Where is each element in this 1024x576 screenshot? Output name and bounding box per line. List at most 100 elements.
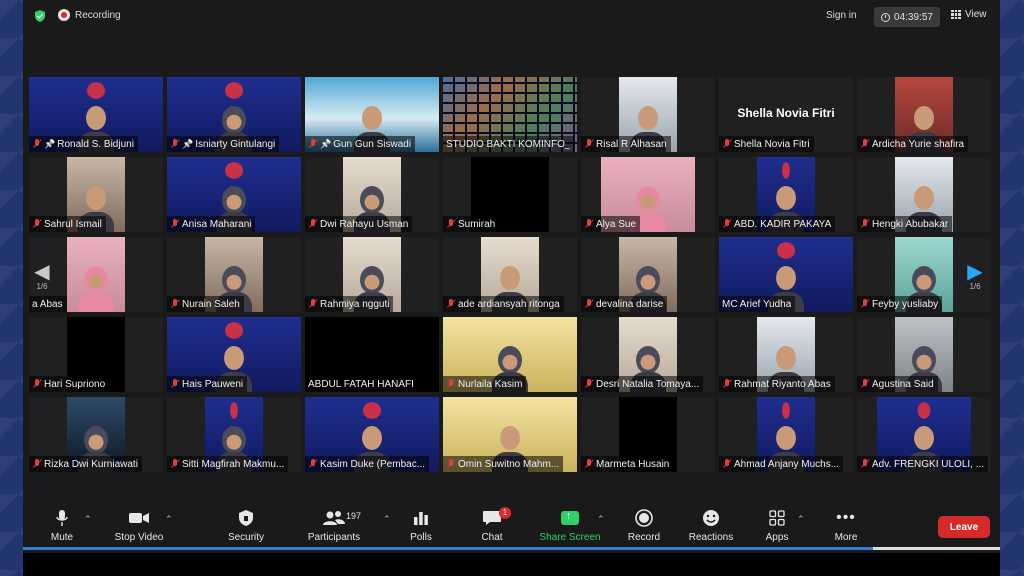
participant-tile[interactable]: Ahmad Anjany Muchs... — [719, 397, 853, 472]
stop-video-button[interactable]: Stop Video — [104, 508, 174, 543]
top-bar: Recording Sign in 04:39:57 View — [23, 0, 1000, 34]
participant-name-bar: Hengki Abubakar — [857, 216, 953, 232]
participant-tile[interactable]: Sumirah — [443, 157, 577, 232]
recording-indicator[interactable]: Recording — [58, 9, 121, 21]
participant-tile[interactable]: Marmeta Husain — [581, 397, 715, 472]
muted-microphone-icon — [584, 299, 594, 309]
apps-label: Apps — [765, 532, 789, 543]
participant-tile[interactable]: devalina darise — [581, 237, 715, 312]
audio-options-caret[interactable]: ⌃ — [84, 514, 92, 525]
participant-tile[interactable]: Desri Natalia Tomaya... — [581, 317, 715, 392]
encryption-shield-icon[interactable] — [33, 9, 47, 23]
meeting-timer[interactable]: 04:39:57 — [874, 7, 940, 27]
muted-microphone-icon — [32, 459, 42, 469]
reactions-label: Reactions — [688, 532, 734, 543]
previous-page-button[interactable]: ◀ 1/6 — [32, 262, 52, 291]
security-button[interactable]: Security — [211, 508, 281, 543]
muted-microphone-icon — [722, 459, 732, 469]
participant-tile[interactable]: Rahmiya ngguti — [305, 237, 439, 312]
participant-name-bar: Omin Suwitno Mahm... — [443, 456, 564, 472]
participant-tile[interactable]: Agustina Said — [857, 317, 991, 392]
participant-name: Hengki Abubakar — [872, 218, 949, 230]
record-button[interactable]: Record — [609, 508, 679, 543]
participant-tile[interactable]: MC Arief Yudha — [719, 237, 853, 312]
more-button[interactable]: ••• More — [811, 508, 881, 543]
participant-tile[interactable]: 📌 Isniarty Gintulangi — [167, 77, 301, 152]
leave-button[interactable]: Leave — [938, 516, 990, 538]
apps-options-caret[interactable]: ⌃ — [797, 514, 805, 525]
muted-microphone-icon — [584, 219, 594, 229]
chevron-left-icon: ◀ — [34, 261, 50, 283]
participant-name: Rahmiya ngguti — [320, 298, 390, 310]
participant-name-bar: 📌 Gun Gun Siswadi — [305, 136, 416, 152]
view-button[interactable]: View — [951, 9, 987, 20]
participant-tile[interactable]: ABDUL FATAH HANAFI — [305, 317, 439, 392]
participant-name: Sumirah — [458, 218, 496, 230]
share-screen-button[interactable]: Share Screen — [535, 508, 605, 543]
muted-microphone-icon — [32, 139, 42, 149]
microphone-icon — [55, 508, 69, 528]
participant-name-bar: Sahrul Ismail — [29, 216, 106, 232]
participant-tile[interactable]: Omin Suwitno Mahm... — [443, 397, 577, 472]
video-camera-icon — [128, 508, 150, 528]
zoom-window: Recording Sign in 04:39:57 View 📌 Ronald … — [23, 0, 1000, 553]
muted-microphone-icon — [860, 299, 870, 309]
participants-button[interactable]: 197 Participants — [299, 508, 369, 543]
participant-tile[interactable]: Alya Sue — [581, 157, 715, 232]
bottom-black-strip — [23, 553, 1000, 576]
muted-microphone-icon — [860, 459, 870, 469]
participant-name-bar: Dwi Rahayu Usman — [305, 216, 413, 232]
participant-tile[interactable]: Hengki Abubakar — [857, 157, 991, 232]
participant-tile[interactable]: Nurlaila Kasim — [443, 317, 577, 392]
participant-tile[interactable]: Adv. FRENGKI ULOLI, ... — [857, 397, 991, 472]
participant-tile[interactable]: Sitti Magfirah Makmu... — [167, 397, 301, 472]
grid-view-icon — [951, 9, 961, 20]
shield-icon — [238, 508, 254, 528]
participant-name-bar: Risal R Alhasan — [581, 136, 671, 152]
muted-microphone-icon — [170, 379, 180, 389]
participant-tile[interactable]: Shella Novia Fitri Shella Novia Fitri — [719, 77, 853, 152]
muted-microphone-icon — [446, 299, 456, 309]
participant-tile[interactable]: 📌 Ronald S. Bidjuni — [29, 77, 163, 152]
participant-tile[interactable]: Rizka Dwi Kurniawati — [29, 397, 163, 472]
participant-tile[interactable]: Risal R Alhasan — [581, 77, 715, 152]
participant-tile[interactable]: Anisa Maharani — [167, 157, 301, 232]
person-silhouette — [78, 260, 114, 312]
polls-button[interactable]: Polls — [386, 508, 456, 543]
participant-tile[interactable]: Nurain Saleh — [167, 237, 301, 312]
muted-microphone-icon — [308, 459, 318, 469]
share-options-caret[interactable]: ⌃ — [597, 514, 605, 525]
more-dots-icon: ••• — [836, 509, 856, 526]
participant-tile[interactable]: Rahmat Riyanto Abas — [719, 317, 853, 392]
participant-tile[interactable]: Ardicha Yurie shafira — [857, 77, 991, 152]
participant-tile[interactable]: Hari Supriono — [29, 317, 163, 392]
muted-microphone-icon — [860, 139, 870, 149]
participant-name-bar: ABD. KADIR PAKAYA — [719, 216, 836, 232]
participant-name-bar: Adv. FRENGKI ULOLI, ... — [857, 456, 989, 472]
participant-tile[interactable]: Hais Pauweni — [167, 317, 301, 392]
next-page-button[interactable]: ▶ 1/6 — [965, 262, 985, 291]
participant-tile[interactable]: 📌 Gun Gun Siswadi — [305, 77, 439, 152]
participant-tile[interactable]: Dwi Rahayu Usman — [305, 157, 439, 232]
chat-unread-badge: 1 — [499, 507, 511, 519]
video-options-caret[interactable]: ⌃ — [165, 514, 173, 525]
reactions-button[interactable]: Reactions — [676, 508, 746, 543]
participant-tile[interactable]: Kasim Duke (Pembac... — [305, 397, 439, 472]
participant-name: Nurlaila Kasim — [458, 378, 523, 390]
participant-name: Marmeta Husain — [596, 458, 670, 470]
sign-in-link[interactable]: Sign in — [826, 10, 857, 21]
participant-name-bar: Marmeta Husain — [581, 456, 674, 472]
participant-tile[interactable]: Sahrul Ismail — [29, 157, 163, 232]
participant-name: Rizka Dwi Kurniawati — [44, 458, 138, 470]
participant-name: Risal R Alhasan — [596, 138, 667, 150]
participant-name-bar: Alya Sue — [581, 216, 641, 232]
muted-microphone-icon — [308, 299, 318, 309]
participant-name-bar: Desri Natalia Tomaya... — [581, 376, 704, 392]
mute-label: Mute — [50, 532, 74, 543]
muted-microphone-icon — [722, 379, 732, 389]
participant-tile[interactable]: ABD. KADIR PAKAYA — [719, 157, 853, 232]
participant-tile[interactable]: STUDIO BAKTI KOMINFO_ — [443, 77, 577, 152]
chat-button[interactable]: 1 Chat — [457, 507, 527, 543]
share-arrow-icon — [561, 510, 579, 525]
participant-tile[interactable]: ade ardiansyah ritonga — [443, 237, 577, 312]
